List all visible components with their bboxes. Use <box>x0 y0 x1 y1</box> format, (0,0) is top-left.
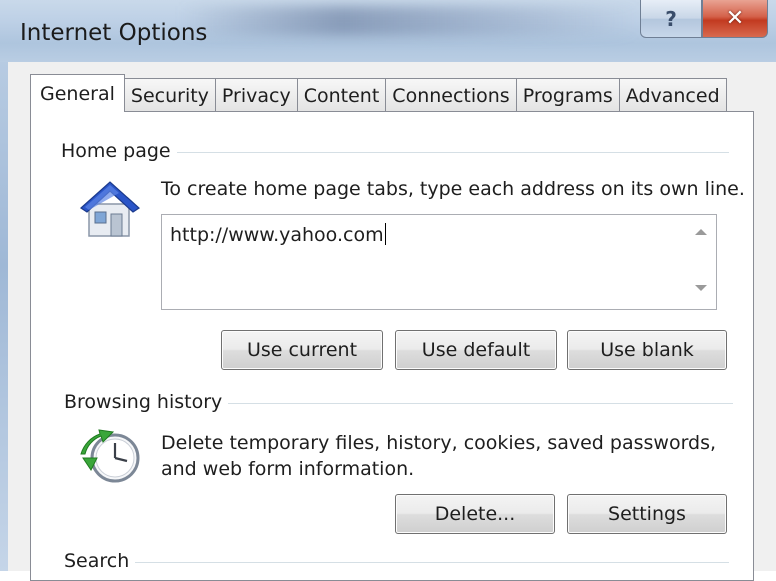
tab-general[interactable]: General <box>30 74 125 112</box>
tab-content[interactable]: Content <box>296 78 387 112</box>
home-page-address-value: http://www.yahoo.com <box>170 224 384 246</box>
help-icon: ? <box>665 6 677 31</box>
window-frame-left <box>0 62 8 571</box>
caption-buttons: ? ✕ <box>640 0 768 40</box>
browsing-history-group-label: Browsing history <box>64 391 229 413</box>
history-settings-button[interactable]: Settings <box>567 494 727 534</box>
address-scrollbar[interactable] <box>686 215 716 309</box>
scroll-down-icon[interactable] <box>695 285 707 291</box>
title-bar-glass <box>180 6 640 36</box>
browsing-history-description-line1: Delete temporary files, history, cookies… <box>161 432 717 454</box>
tab-security[interactable]: Security <box>123 78 216 112</box>
delete-history-button[interactable]: Delete... <box>395 494 555 534</box>
tab-privacy[interactable]: Privacy <box>214 78 298 112</box>
home-page-address-value-wrap: http://www.yahoo.com <box>170 223 386 246</box>
tab-label: Privacy <box>221 84 291 107</box>
title-bar[interactable]: Internet Options ? ✕ <box>0 0 776 62</box>
search-group-line <box>67 562 729 563</box>
general-tab-panel: Home page To create home page tabs, type… <box>30 111 754 581</box>
text-caret <box>384 223 386 245</box>
dialog-client-area: General Security Privacy Content Connect… <box>8 62 776 581</box>
history-clock-icon <box>80 429 140 483</box>
home-page-description: To create home page tabs, type each addr… <box>161 178 745 200</box>
tab-advanced[interactable]: Advanced <box>618 78 727 112</box>
browsing-history-description-line2: and web form information. <box>161 458 415 480</box>
window-title: Internet Options <box>20 20 208 46</box>
home-page-group-label: Home page <box>61 140 177 162</box>
tab-label: Advanced <box>625 84 720 107</box>
close-icon: ✕ <box>725 6 745 31</box>
tab-label: Content <box>303 84 380 107</box>
help-button[interactable]: ? <box>640 0 702 38</box>
tab-programs[interactable]: Programs <box>515 78 620 112</box>
tab-label: Connections <box>392 84 510 107</box>
home-page-address-input[interactable]: http://www.yahoo.com <box>161 214 717 310</box>
use-current-button[interactable]: Use current <box>221 330 383 370</box>
close-button[interactable]: ✕ <box>702 0 768 38</box>
tab-label: Programs <box>522 84 613 107</box>
tab-label: Security <box>130 84 209 107</box>
tab-connections[interactable]: Connections <box>385 78 517 112</box>
home-icon <box>80 181 140 237</box>
tab-label: General <box>40 82 115 105</box>
use-default-button[interactable]: Use default <box>395 330 557 370</box>
use-blank-button[interactable]: Use blank <box>567 330 727 370</box>
scroll-up-icon[interactable] <box>695 229 707 235</box>
search-group-label: Search <box>64 550 136 572</box>
tab-strip: General Security Privacy Content Connect… <box>30 74 727 112</box>
